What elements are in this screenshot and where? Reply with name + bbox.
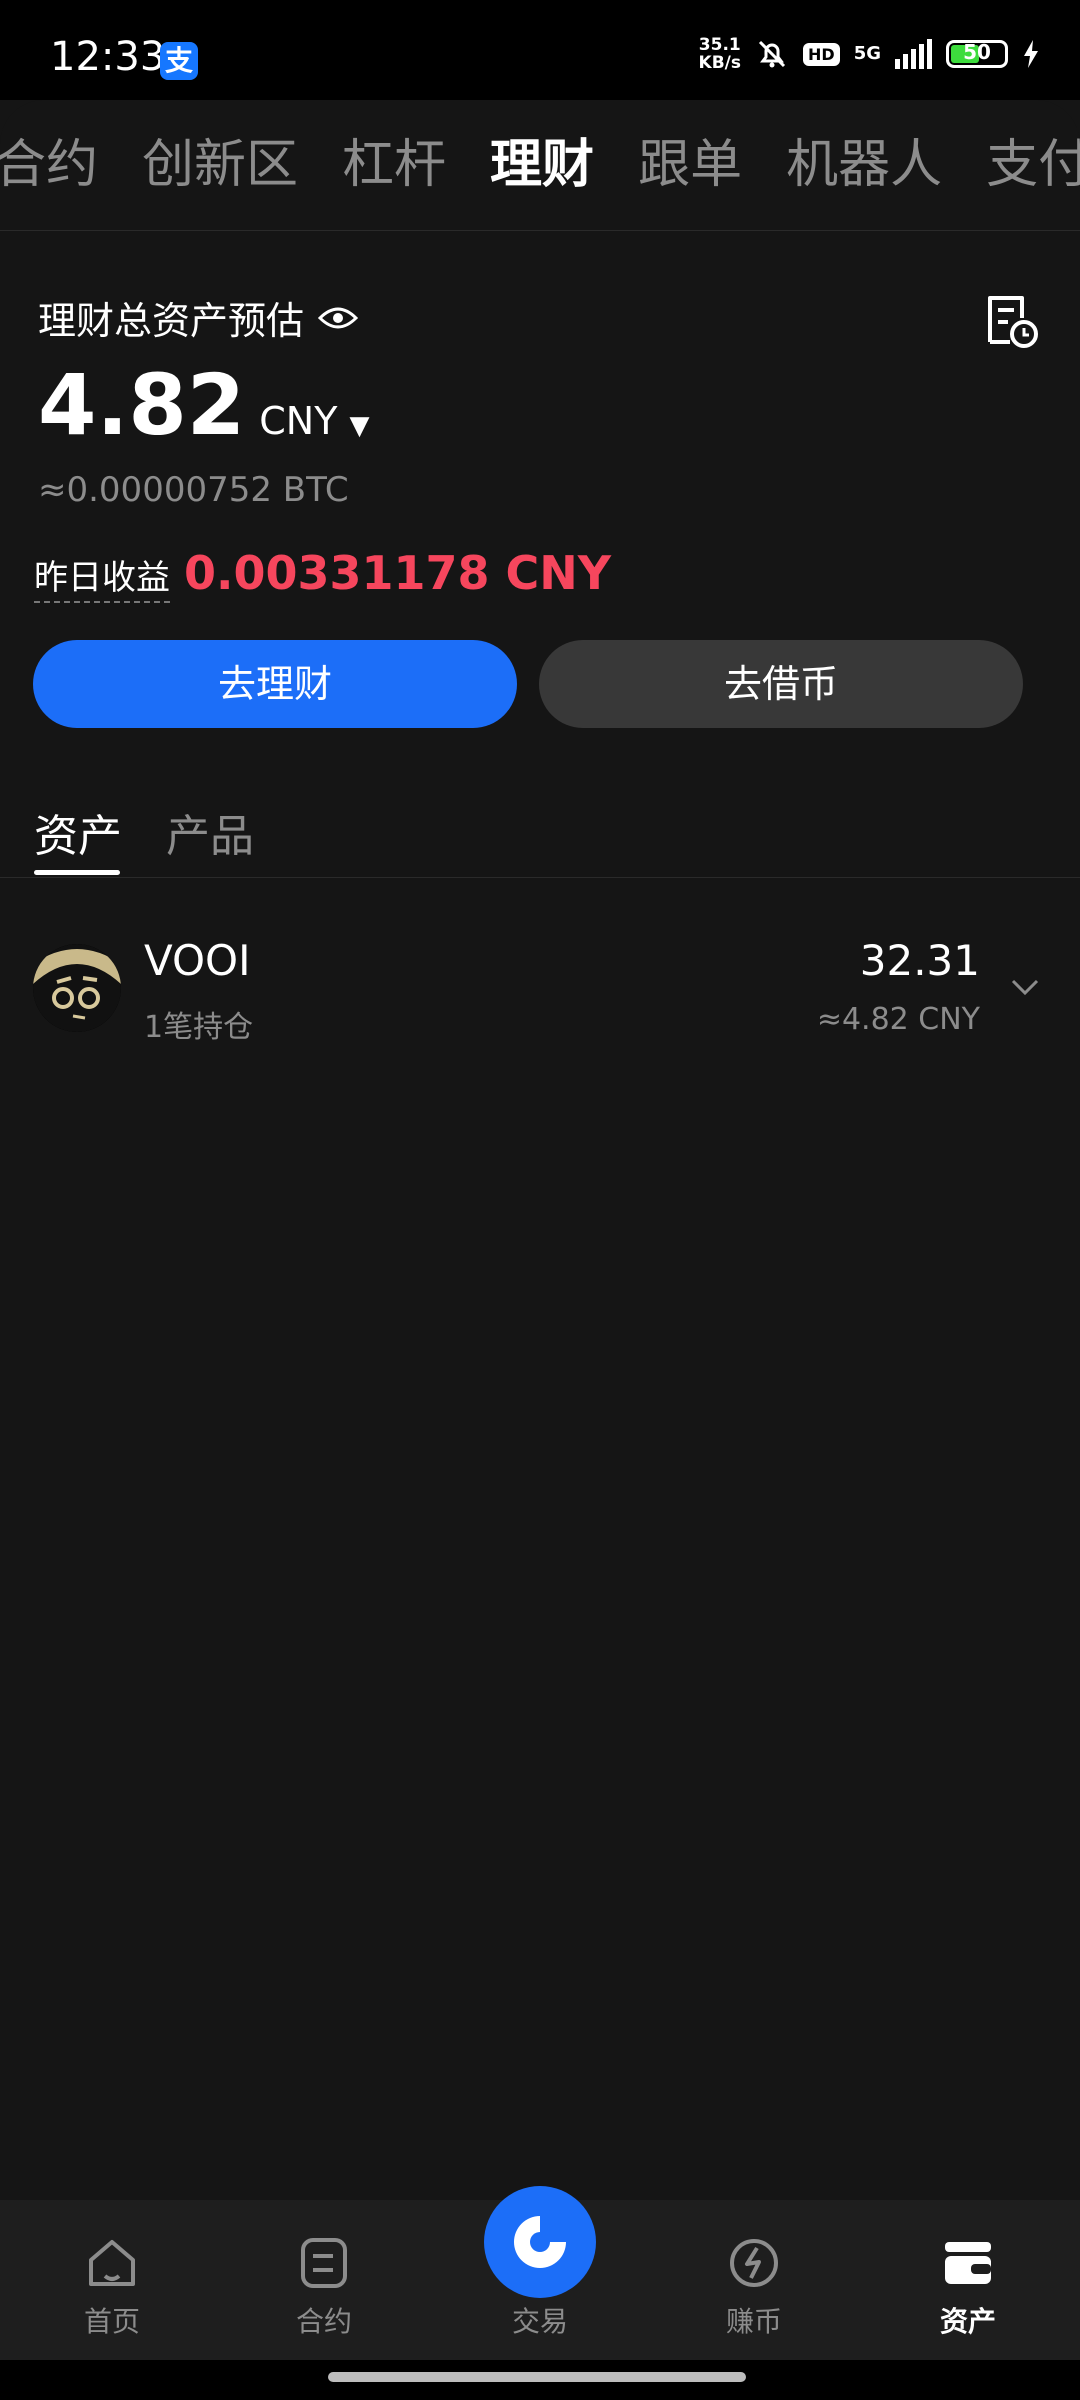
- tab-trade-label: 交易: [511, 2305, 568, 2338]
- net-speed-value: 35.1: [698, 35, 741, 55]
- status-time: 12:33: [50, 34, 166, 80]
- tab-earn-label: 赚币: [725, 2305, 782, 2338]
- earn-icon: [730, 2239, 778, 2287]
- tab-assets[interactable]: 资产: [34, 800, 122, 864]
- top-nav: 合约 创新区 杠杆 理财 跟单 机器人 支付: [0, 100, 1080, 231]
- tab-futures[interactable]: 合约: [254, 2200, 394, 2360]
- contract-icon: [301, 2238, 347, 2288]
- list-item[interactable]: VOOI 1笔持仓 32.31 ≈4.82 CNY: [0, 900, 1080, 1045]
- tab-assets-nav-label: 资产: [939, 2305, 996, 2338]
- summary-title: 理财总资产预估: [38, 290, 359, 345]
- tab-copy-trade[interactable]: 跟单: [638, 122, 742, 197]
- status-bar: 12:33 支 35.1 KB/s HD 5G 50: [0, 0, 1080, 100]
- status-right: 35.1 KB/s HD 5G 50: [699, 36, 1040, 72]
- tab-home[interactable]: 首页: [42, 2200, 182, 2360]
- btc-equivalent: ≈0.00000752 BTC: [38, 470, 349, 510]
- yesterday-label[interactable]: 昨日收益: [34, 550, 170, 603]
- home-icon: [89, 2240, 135, 2286]
- chevron-down-icon[interactable]: [1008, 970, 1042, 1004]
- wallet-icon: [945, 2242, 991, 2284]
- mute-bell-icon: [758, 40, 786, 68]
- sub-tabs: 资产 产品: [0, 780, 1080, 878]
- tab-indicator: [34, 870, 120, 875]
- charging-icon: [1024, 40, 1038, 68]
- tab-assets-nav[interactable]: 资产: [898, 2200, 1038, 2360]
- coin-amount: 32.31: [859, 936, 980, 985]
- eye-icon[interactable]: [318, 304, 359, 332]
- hd-icon: HD: [803, 42, 840, 66]
- tab-innovation[interactable]: 创新区: [142, 122, 298, 197]
- tab-margin[interactable]: 杠杆: [342, 122, 446, 197]
- coin-name: VOOI: [144, 936, 251, 985]
- total-value: 4.82: [38, 356, 246, 454]
- net-speed: 35.1 KB/s: [699, 36, 741, 72]
- vooi-logo-icon: [33, 944, 121, 1032]
- tab-bot[interactable]: 机器人: [786, 122, 942, 197]
- yesterday-earnings: 昨日收益 0.00331178 CNY: [34, 546, 611, 603]
- tab-home-label: 首页: [83, 2305, 140, 2338]
- top-nav-tabs: 合约 创新区 杠杆 理财 跟单 机器人 支付: [0, 122, 1080, 197]
- tab-earn-active[interactable]: 理财: [490, 122, 594, 197]
- net-speed-unit: KB/s: [698, 53, 742, 73]
- coin-avatar: [33, 944, 121, 1032]
- tab-pay[interactable]: 支付: [986, 122, 1080, 197]
- battery-icon: 50: [946, 40, 1008, 68]
- battery-level: 50: [963, 40, 991, 64]
- trade-button[interactable]: [484, 2186, 596, 2298]
- signal-bars-icon: [895, 39, 932, 69]
- coin-positions: 1笔持仓: [144, 1010, 254, 1045]
- currency-label: CNY: [259, 399, 338, 443]
- trade-icon: [514, 2216, 566, 2268]
- yesterday-value: 0.00331178 CNY: [184, 546, 612, 600]
- go-borrow-button[interactable]: 去借币: [539, 640, 1023, 728]
- tab-products[interactable]: 产品: [166, 800, 254, 864]
- bill-history-icon[interactable]: [982, 292, 1040, 350]
- alipay-icon: 支: [160, 42, 198, 80]
- signal-label: 5G: [853, 43, 881, 64]
- total-assets: 4.82 CNY ▼: [38, 356, 370, 454]
- currency-selector[interactable]: CNY ▼: [259, 399, 369, 443]
- coin-cny-value: ≈4.82 CNY: [816, 1002, 980, 1037]
- caret-down-icon: ▼: [349, 411, 370, 441]
- go-earn-button[interactable]: 去理财: [33, 640, 517, 728]
- tab-contract[interactable]: 合约: [0, 122, 98, 197]
- home-indicator[interactable]: [328, 2372, 746, 2382]
- tab-earn[interactable]: 赚币: [684, 2200, 824, 2360]
- summary-title-text: 理财总资产预估: [38, 299, 305, 343]
- tab-futures-label: 合约: [295, 2305, 352, 2338]
